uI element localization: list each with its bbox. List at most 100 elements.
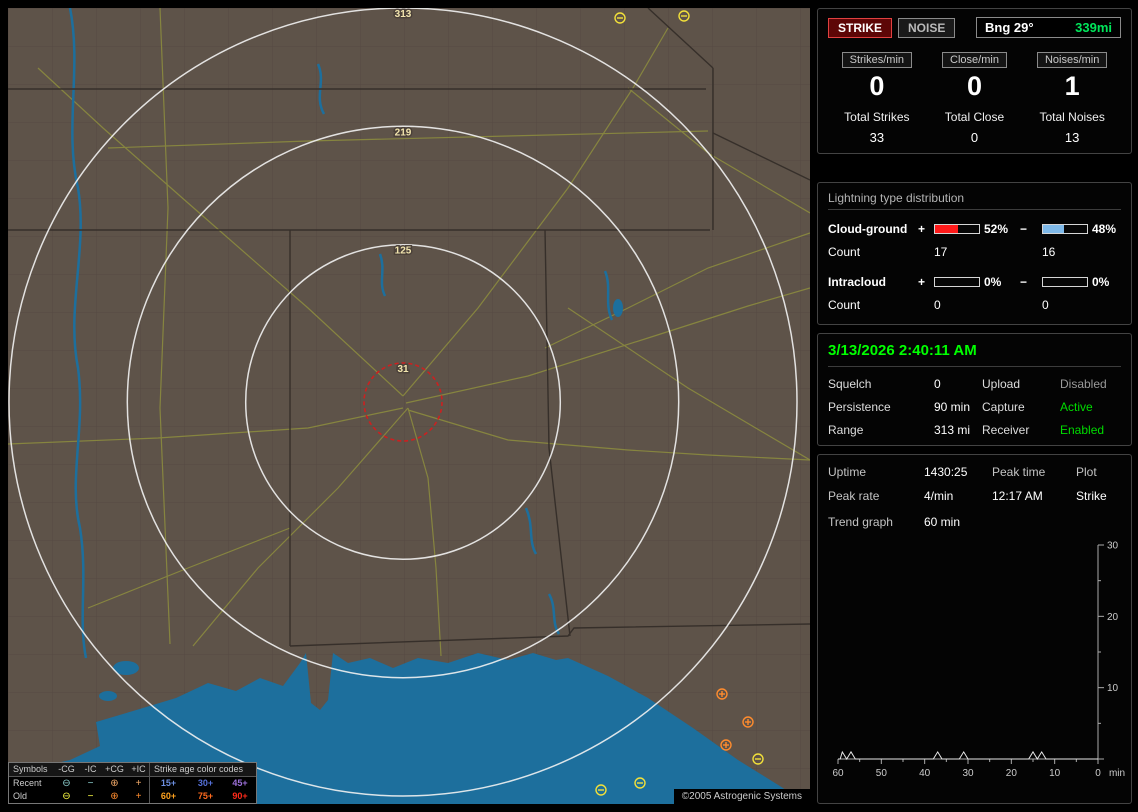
- ic-negative-percent: 0%: [1092, 275, 1110, 289]
- ic-positive-recent-icon: +: [135, 777, 142, 789]
- cg-negative-percent: 48%: [1092, 222, 1117, 236]
- bearing-value: Bng 29°: [985, 20, 1034, 35]
- trend-graph-label: Trend graph: [828, 515, 893, 529]
- counters-panel: STRIKE NOISE Bng 29° 339mi Strikes/min 0…: [817, 8, 1132, 154]
- range-ring-label: 219: [395, 127, 412, 138]
- upload-status: Disabled: [1060, 377, 1107, 391]
- trend-series: [838, 750, 1098, 760]
- age-code-45: 45+: [232, 778, 248, 788]
- distribution-panel: Lightning type distribution Cloud-ground…: [817, 182, 1132, 325]
- total-strikes-label: Total Strikes: [844, 110, 910, 124]
- lake: [99, 691, 117, 701]
- peak-rate-label: Peak rate: [828, 489, 880, 503]
- strikes-counter: Strikes/min 0 Total Strikes 33: [828, 52, 926, 145]
- intracloud-distribution: Intracloud + 0% − 0% Count 0 0: [828, 275, 1121, 312]
- cloud-ground-distribution: Cloud-ground + 52% − 48% Count 17 16: [828, 222, 1121, 259]
- map-legend: Symbols -CG -IC +CG +IC Strike age color…: [8, 762, 257, 804]
- status-panel: 3/13/2026 2:40:11 AM Squelch 0 Upload Di…: [817, 333, 1132, 446]
- noises-counter: Noises/min 1 Total Noises 13: [1023, 52, 1121, 145]
- distribution-title: Lightning type distribution: [828, 191, 1121, 210]
- distance-value: 339mi: [1075, 20, 1112, 35]
- range-ring-label: 125: [395, 246, 412, 257]
- total-strikes-value: 33: [869, 130, 885, 145]
- squelch-value: 0: [934, 377, 941, 391]
- peak-time-label: Peak time: [992, 465, 1046, 479]
- svg-text:60: 60: [832, 768, 844, 779]
- cg-positive-recent-icon: ⊕: [110, 777, 119, 789]
- ic-positive-bar: [934, 277, 980, 287]
- age-code-30: 30+: [197, 778, 214, 788]
- range-value: 313 mi: [934, 423, 971, 437]
- total-close-label: Total Close: [944, 110, 1005, 124]
- squelch-label: Squelch: [828, 377, 872, 391]
- ic-negative-recent-icon: −: [87, 777, 94, 789]
- legend-row-old-label: Old: [13, 791, 28, 801]
- minus-sign: −: [1020, 222, 1028, 236]
- cg-positive-old-icon: ⊕: [110, 790, 119, 802]
- peak-rate-value: 4/min: [924, 489, 954, 503]
- uptime-value: 1430:25: [924, 465, 968, 479]
- legend-symbols-header: Symbols: [13, 764, 48, 774]
- svg-text:30: 30: [1107, 541, 1119, 552]
- cg-negative-recent-icon: ⊖: [62, 777, 71, 789]
- uptime-label: Uptime: [828, 465, 867, 479]
- age-code-60: 60+: [149, 790, 187, 803]
- total-noises-label: Total Noises: [1039, 110, 1105, 124]
- strikes-per-min-chip: Strikes/min: [841, 52, 913, 68]
- plot-value: Strike: [1076, 489, 1107, 503]
- receiver-label: Receiver: [982, 423, 1030, 437]
- lake: [613, 299, 623, 317]
- noises-per-min-chip: Noises/min: [1036, 52, 1108, 68]
- ic-negative-count: 0: [1042, 298, 1049, 312]
- age-code-15: 15+: [149, 777, 187, 790]
- plot-label: Plot: [1076, 465, 1097, 479]
- svg-text:20: 20: [1006, 768, 1018, 779]
- strike-mode-button[interactable]: STRIKE: [828, 17, 893, 38]
- trend-graph: 60 50 40 30 20 10 0 min 10 20 30: [832, 541, 1125, 780]
- close-per-min-value: 0: [966, 71, 982, 101]
- legend-col-ic-pos: +IC: [131, 764, 146, 774]
- cg-negative-old-icon: ⊖: [62, 790, 71, 802]
- range-ring-label: 313: [395, 9, 412, 20]
- ic-positive-percent: 0%: [984, 275, 1002, 289]
- close-counter: Close/min 0 Total Close 0: [926, 52, 1024, 145]
- app-window: 313 219 125 31 Symbols -CG -IC +CG +IC Stri…: [0, 0, 1138, 812]
- cg-positive-bar: [934, 224, 980, 234]
- svg-text:min: min: [1109, 768, 1125, 779]
- plus-sign: +: [918, 222, 926, 236]
- legend-col-ic-neg: -IC: [84, 764, 97, 774]
- minus-sign: −: [1020, 275, 1028, 289]
- cg-positive-count: 17: [934, 245, 948, 259]
- legend-col-cg-pos: +CG: [105, 764, 124, 774]
- stats-panel: Uptime 1430:25 Peak time Plot Peak rate …: [817, 454, 1132, 804]
- total-noises-value: 13: [1064, 130, 1080, 145]
- count-label: Count: [828, 245, 861, 259]
- cloud-ground-label: Cloud-ground: [828, 222, 908, 236]
- total-close-value: 0: [970, 130, 979, 145]
- persistence-label: Persistence: [828, 400, 891, 414]
- datetime-display: 3/13/2026 2:40:11 AM: [828, 342, 1121, 367]
- age-code-75: 75+: [197, 791, 214, 801]
- sidebar: STRIKE NOISE Bng 29° 339mi Strikes/min 0…: [817, 8, 1132, 804]
- lightning-map[interactable]: 313 219 125 31 Symbols -CG -IC +CG +IC Stri…: [8, 8, 810, 804]
- noise-mode-button[interactable]: NOISE: [898, 17, 956, 38]
- ic-positive-count: 0: [934, 298, 941, 312]
- svg-text:0: 0: [1095, 768, 1101, 779]
- bearing-distance-display: Bng 29° 339mi: [976, 17, 1121, 38]
- plus-sign: +: [918, 275, 926, 289]
- legend-row-recent-label: Recent: [13, 778, 42, 788]
- copyright-notice: ©2005 Astrogenic Systems: [673, 789, 810, 804]
- legend-col-cg-neg: -CG: [58, 764, 75, 774]
- ic-negative-old-icon: −: [87, 790, 94, 802]
- strikes-per-min-value: 0: [869, 71, 885, 101]
- noises-per-min-value: 1: [1064, 71, 1080, 101]
- capture-label: Capture: [982, 400, 1025, 414]
- map-canvas: 313 219 125 31: [8, 8, 810, 804]
- svg-text:50: 50: [876, 768, 888, 779]
- cg-negative-bar: [1042, 224, 1088, 234]
- ic-positive-old-icon: +: [135, 790, 142, 802]
- ic-negative-bar: [1042, 277, 1088, 287]
- cg-positive-percent: 52%: [984, 222, 1009, 236]
- legend-age-title: Strike age color codes: [149, 763, 256, 776]
- persistence-value: 90 min: [934, 400, 971, 414]
